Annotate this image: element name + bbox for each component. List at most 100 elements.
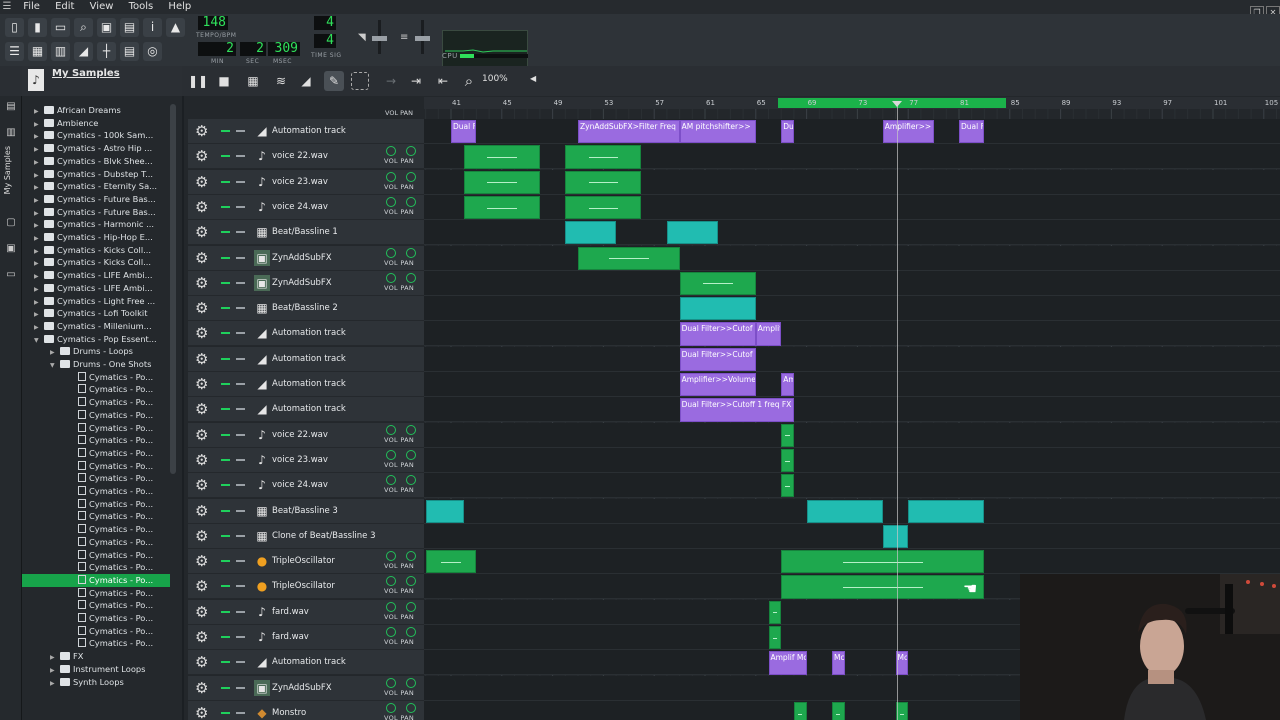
pan-knob[interactable] bbox=[406, 272, 416, 283]
menu-help[interactable]: Help bbox=[162, 0, 197, 14]
mute-toggle[interactable] bbox=[221, 180, 230, 183]
track-header[interactable]: ⚙ ▣ ZynAddSubFX VOL PAN bbox=[188, 675, 424, 701]
track-settings-gear-icon[interactable]: ⚙ bbox=[195, 427, 208, 443]
new-project-icon[interactable]: ▯ bbox=[5, 18, 24, 37]
mute-toggle[interactable] bbox=[221, 357, 230, 360]
automation-clip[interactable]: Dual Filter>>Cutoff 1 freq FX bbox=[679, 398, 794, 422]
browser-folder[interactable]: ▶ Cymatics - Kicks Coll... bbox=[22, 256, 170, 269]
pan-knob[interactable] bbox=[406, 627, 416, 637]
pan-knob[interactable] bbox=[406, 424, 416, 435]
zoom-dropdown-icon[interactable]: ◀ bbox=[530, 74, 536, 83]
track-settings-gear-icon[interactable]: ⚙ bbox=[195, 578, 208, 594]
open-project-icon[interactable]: ▭ bbox=[51, 18, 70, 37]
browser-folder[interactable]: ▶ Ambience bbox=[22, 117, 170, 130]
mute-toggle[interactable] bbox=[221, 307, 230, 310]
track-header[interactable]: ⚙ ● TripleOscillator VOL PAN bbox=[188, 549, 424, 575]
stop-button[interactable]: ■ bbox=[214, 71, 234, 91]
track-settings-gear-icon[interactable]: ⚙ bbox=[195, 503, 208, 519]
sample-clip[interactable] bbox=[781, 448, 794, 473]
track-header[interactable]: ⚙ ▣ ZynAddSubFX VOL PAN bbox=[188, 245, 424, 271]
automation-clip[interactable]: ZynAddSubFX>Filter Freq bbox=[578, 120, 680, 144]
time-sig-numerator[interactable]: 4 bbox=[314, 16, 336, 30]
sample-clip[interactable] bbox=[768, 626, 782, 650]
track-lane[interactable] bbox=[424, 346, 1280, 372]
sample-clip[interactable] bbox=[463, 170, 540, 194]
solo-toggle[interactable] bbox=[236, 408, 245, 411]
sample-clip[interactable] bbox=[463, 145, 540, 169]
new-from-template-icon[interactable]: ▮ bbox=[28, 18, 47, 37]
track-lane[interactable] bbox=[424, 397, 1280, 423]
track-settings-gear-icon[interactable]: ⚙ bbox=[195, 148, 208, 164]
auto-scroll-icon[interactable]: → bbox=[381, 71, 401, 91]
mute-toggle[interactable] bbox=[221, 231, 230, 234]
volume-knob[interactable] bbox=[386, 475, 396, 486]
automation-clip[interactable]: Amplifier>> bbox=[882, 120, 934, 144]
track-settings-gear-icon[interactable]: ⚙ bbox=[195, 250, 208, 266]
tempo-display[interactable]: 148 bbox=[198, 16, 228, 30]
pan-knob[interactable] bbox=[406, 449, 416, 460]
track-header[interactable]: ⚙ ◢ Automation track bbox=[188, 119, 424, 144]
expand-arrow-icon[interactable]: ▶ bbox=[50, 678, 60, 691]
browser-file[interactable]: Cymatics - Po... bbox=[22, 625, 170, 638]
solo-toggle[interactable] bbox=[236, 711, 245, 714]
track-name[interactable]: voice 23.wav bbox=[272, 170, 328, 195]
browser-folder[interactable]: ▶ Cymatics - 100k Sam... bbox=[22, 129, 170, 142]
sample-clip[interactable] bbox=[768, 600, 782, 624]
automation-clip[interactable]: Dual F bbox=[451, 120, 477, 144]
solo-toggle[interactable] bbox=[236, 610, 245, 613]
track-settings-gear-icon[interactable]: ⚙ bbox=[195, 351, 208, 367]
track-header[interactable]: ⚙ ♪ voice 22.wav VOL PAN bbox=[188, 422, 424, 448]
recent-projects-icon[interactable]: ⌕ bbox=[74, 18, 93, 37]
menu-view[interactable]: View bbox=[84, 0, 120, 14]
browser-file[interactable]: Cymatics - Po... bbox=[22, 599, 170, 612]
track-lane[interactable] bbox=[424, 296, 1280, 322]
pan-knob[interactable] bbox=[406, 702, 416, 713]
track-header[interactable]: ⚙ ♪ voice 24.wav VOL PAN bbox=[188, 194, 424, 220]
sample-clip[interactable] bbox=[793, 701, 807, 720]
piano-roll-icon[interactable]: ▥ bbox=[51, 42, 70, 61]
mute-toggle[interactable] bbox=[221, 155, 230, 158]
browser-folder[interactable]: ▶ Cymatics - Future Bas... bbox=[22, 193, 170, 206]
track-name[interactable]: voice 23.wav bbox=[272, 448, 328, 473]
track-name[interactable]: ZynAddSubFX bbox=[272, 246, 332, 271]
automation-clip[interactable]: Amplifier>>Volume bbox=[679, 373, 756, 397]
solo-toggle[interactable] bbox=[236, 560, 245, 563]
volume-knob[interactable] bbox=[386, 601, 396, 612]
sample-clip[interactable] bbox=[565, 145, 642, 169]
browser-file[interactable]: Cymatics - Po... bbox=[22, 485, 170, 498]
metronome-icon[interactable]: ▲ bbox=[166, 18, 185, 37]
browser-file[interactable]: Cymatics - Po... bbox=[22, 549, 170, 562]
track-name[interactable]: voice 22.wav bbox=[272, 144, 328, 169]
browser-folder[interactable]: ▶ Cymatics - Light Free ... bbox=[22, 295, 170, 308]
menu-tools[interactable]: Tools bbox=[123, 0, 160, 14]
solo-toggle[interactable] bbox=[236, 534, 245, 537]
track-settings-gear-icon[interactable]: ⚙ bbox=[195, 654, 208, 670]
beat-bassline-clip[interactable] bbox=[908, 499, 985, 523]
track-header[interactable]: ⚙ ♪ voice 24.wav VOL PAN bbox=[188, 473, 424, 499]
track-lane[interactable] bbox=[424, 245, 1280, 271]
track-lane[interactable] bbox=[424, 270, 1280, 296]
track-header[interactable]: ⚙ ◢ Automation track bbox=[188, 321, 424, 347]
zoom-level[interactable]: 100% bbox=[482, 74, 508, 84]
track-name[interactable]: Beat/Bassline 2 bbox=[272, 296, 338, 321]
mute-toggle[interactable] bbox=[221, 610, 230, 613]
track-name[interactable]: ZynAddSubFX bbox=[272, 271, 332, 296]
beat-bassline-editor-icon[interactable]: ▦ bbox=[28, 42, 47, 61]
track-settings-gear-icon[interactable]: ⚙ bbox=[195, 452, 208, 468]
sample-clip[interactable] bbox=[781, 423, 794, 447]
track-header[interactable]: ⚙ ♪ fard.wav VOL PAN bbox=[188, 625, 424, 650]
browser-folder[interactable]: ▶ Cymatics - Blvk Shee... bbox=[22, 155, 170, 168]
track-name[interactable]: voice 24.wav bbox=[272, 473, 328, 498]
volume-knob[interactable] bbox=[386, 247, 396, 258]
track-name[interactable]: Beat/Bassline 3 bbox=[272, 499, 338, 524]
solo-toggle[interactable] bbox=[236, 307, 245, 310]
track-settings-gear-icon[interactable]: ⚙ bbox=[195, 174, 208, 190]
track-lane[interactable] bbox=[424, 473, 1280, 499]
volume-knob[interactable] bbox=[386, 171, 396, 182]
track-header[interactable]: ⚙ ◢ Automation track bbox=[188, 650, 424, 676]
sample-clip[interactable] bbox=[565, 195, 642, 220]
pan-knob[interactable] bbox=[406, 551, 416, 562]
track-header[interactable]: ⚙ ♪ voice 22.wav VOL PAN bbox=[188, 144, 424, 170]
song-editor-icon[interactable]: ☰ bbox=[5, 42, 24, 61]
browser-file[interactable]: Cymatics - Po... bbox=[22, 587, 170, 600]
